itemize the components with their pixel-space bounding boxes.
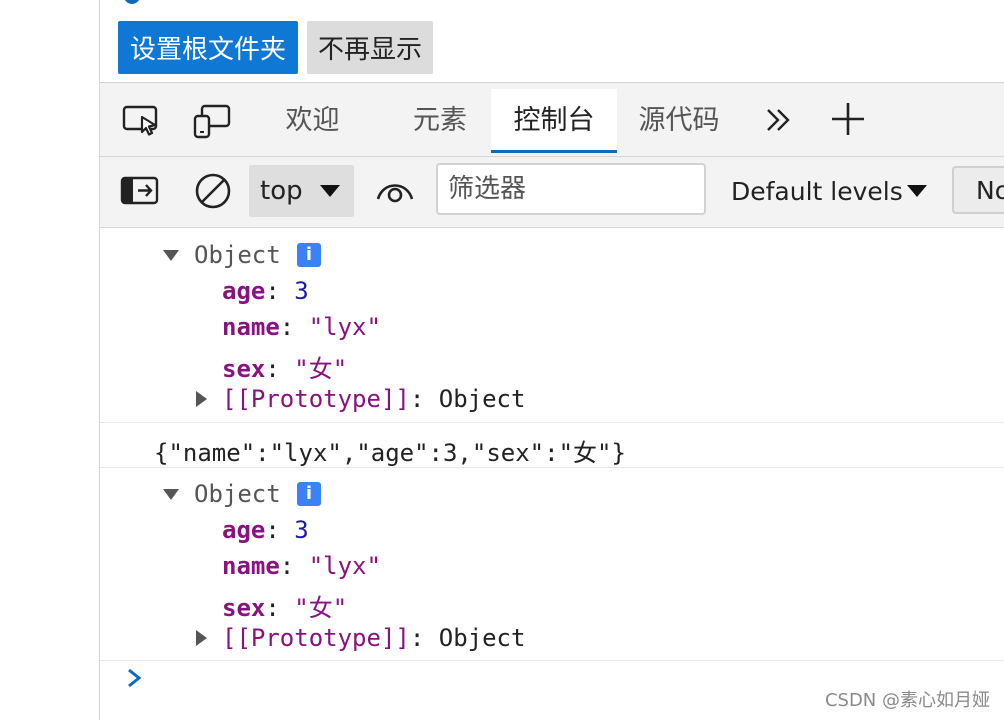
- expand-triangle-icon[interactable]: [196, 630, 207, 646]
- expand-triangle-icon[interactable]: [196, 391, 207, 407]
- log-levels-dropdown[interactable]: Default levels: [731, 165, 931, 217]
- issues-button[interactable]: No: [952, 166, 1004, 214]
- property-value: "女": [294, 355, 348, 383]
- context-value: top: [260, 176, 303, 206]
- property-key: name: [222, 313, 280, 341]
- set-root-folder-button[interactable]: 设置根文件夹: [118, 21, 298, 74]
- tab-console[interactable]: 控制台: [491, 89, 617, 153]
- devtools-tab-bar: 欢迎 元素 控制台 源代码: [100, 83, 1004, 157]
- prototype-value: Object: [438, 385, 526, 413]
- property-value: 3: [294, 516, 309, 544]
- tab-welcome[interactable]: 欢迎: [260, 89, 365, 153]
- property-key: age: [222, 277, 266, 305]
- property-value: "lyx": [308, 313, 381, 341]
- property-key: name: [222, 552, 280, 580]
- property-value: 3: [294, 277, 309, 305]
- more-tabs-chevron-icon[interactable]: [764, 105, 804, 141]
- prototype-key: [[Prototype]]: [222, 624, 410, 652]
- log-levels-label: Default levels: [731, 177, 903, 206]
- console-log-entry: {"name":"lyx","age":3,"sex":"女"}: [100, 423, 1004, 468]
- property-value: "lyx": [308, 552, 381, 580]
- inspect-element-icon[interactable]: [122, 103, 162, 139]
- chevron-down-icon: [320, 185, 340, 197]
- expand-triangle-icon[interactable]: [163, 489, 179, 500]
- context-selector[interactable]: top: [249, 165, 354, 217]
- tab-sources[interactable]: 源代码: [626, 89, 732, 153]
- chevron-down-icon: [907, 185, 927, 197]
- add-tab-plus-icon[interactable]: [830, 101, 870, 137]
- notification-bar: 设置根文件夹 不再显示: [100, 0, 1004, 83]
- console-log-entry: Object i age: 3 name: "lyx" sex: "女" [[P…: [100, 468, 1004, 661]
- device-emulation-icon[interactable]: [192, 103, 232, 139]
- property-key: sex: [222, 594, 266, 622]
- prototype-row[interactable]: [[Prototype]]: Object: [222, 624, 525, 652]
- object-label[interactable]: Object: [194, 480, 281, 508]
- object-property: sex: "女": [222, 355, 348, 383]
- object-property: name: "lyx": [222, 552, 381, 580]
- property-key: sex: [222, 355, 266, 383]
- object-property: age: 3: [222, 277, 309, 305]
- dont-show-again-button[interactable]: 不再显示: [307, 21, 433, 74]
- watermark: CSDN @素心如月娅: [824, 690, 990, 711]
- object-property: name: "lyx": [222, 313, 381, 341]
- console-log-entry: Object i age: 3 name: "lyx" sex: "女" [[P…: [100, 228, 1004, 423]
- filter-input[interactable]: [436, 163, 706, 215]
- json-string-output: {"name":"lyx","age":3,"sex":"女"}: [154, 439, 626, 467]
- info-icon[interactable]: i: [297, 243, 321, 267]
- console-output: Object i age: 3 name: "lyx" sex: "女" [[P…: [100, 228, 1004, 720]
- console-toolbar: top Default levels No: [100, 157, 1004, 228]
- prototype-value: Object: [438, 624, 526, 652]
- live-expression-eye-icon[interactable]: [375, 173, 415, 213]
- page-left-edge: [0, 0, 100, 720]
- tab-elements[interactable]: 元素: [390, 89, 490, 153]
- info-icon[interactable]: i: [297, 482, 321, 506]
- console-prompt-chevron-icon[interactable]: [124, 666, 146, 690]
- sidebar-toggle-icon[interactable]: [120, 175, 160, 211]
- notification-icon: [124, 0, 140, 4]
- devtools-panel: 设置根文件夹 不再显示 欢迎 元素 控制台 源代码 top 筛选器 Defaul…: [100, 0, 1004, 720]
- prototype-key: [[Prototype]]: [222, 385, 410, 413]
- expand-triangle-icon[interactable]: [163, 250, 179, 261]
- property-key: age: [222, 516, 266, 544]
- property-value: "女": [294, 594, 348, 622]
- object-property: sex: "女": [222, 594, 348, 622]
- prototype-row[interactable]: [[Prototype]]: Object: [222, 385, 525, 413]
- clear-console-icon[interactable]: [193, 171, 233, 215]
- object-property: age: 3: [222, 516, 309, 544]
- object-label[interactable]: Object: [194, 241, 281, 269]
